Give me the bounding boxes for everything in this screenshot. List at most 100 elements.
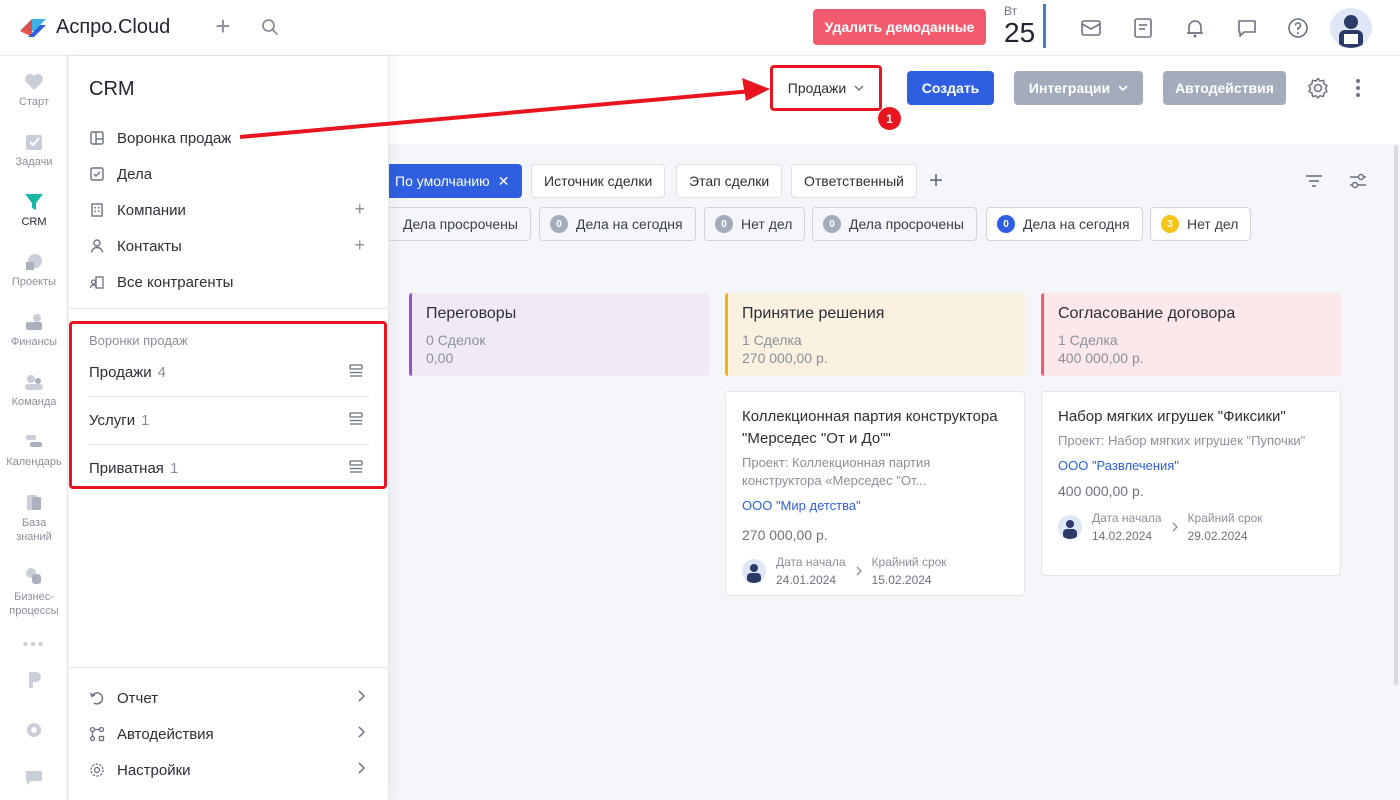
rail-item-start[interactable]: Старт — [0, 72, 68, 108]
deal-company-link[interactable]: ООО "Развлечения" — [1058, 458, 1324, 473]
help-icon[interactable] — [1286, 16, 1310, 40]
rail-settings-icon[interactable] — [0, 720, 68, 744]
deal-project: Проект: Набор мягких игрушек "Пупочки" — [1058, 433, 1306, 448]
deal-sum: 400 000,00 р. — [1058, 483, 1144, 499]
add-filter-icon[interactable]: + — [929, 169, 943, 193]
funnel-list-icon[interactable] — [349, 460, 363, 474]
rail-item-projects[interactable]: Проекты — [0, 252, 68, 288]
stat-chip-overdue[interactable]: Дела просрочены — [382, 207, 531, 241]
stat-chip-today-2[interactable]: 0 Дела на сегодня — [986, 207, 1143, 241]
filter-chip-stage[interactable]: Этап сделки — [676, 164, 783, 198]
stat-chip-overdue-2[interactable]: 0 Дела просрочены — [812, 207, 977, 241]
filter-default-chip[interactable]: По умолчанию ✕ — [382, 164, 523, 198]
close-icon[interactable]: ✕ — [498, 173, 510, 190]
deal-title[interactable]: Коллекционная партия конструктора "Мерсе… — [742, 406, 1008, 450]
building-icon — [91, 203, 103, 217]
delete-demo-data-button[interactable]: Удалить демоданные — [813, 9, 986, 45]
logo-text: Аспро.Cloud — [56, 16, 171, 38]
rail-item-team[interactable]: Команда — [0, 372, 68, 408]
funnel-item-private[interactable]: Приватная 1 — [89, 444, 369, 492]
deal-card[interactable]: Коллекционная партия конструктора "Мерсе… — [725, 391, 1025, 596]
stat-label: Дела на сегодня — [576, 216, 683, 232]
rail-app-icon[interactable] — [0, 670, 68, 694]
responsible-avatar[interactable] — [1058, 515, 1082, 539]
add-icon[interactable]: + — [212, 13, 234, 39]
column-header-negotiations[interactable]: Переговоры 0 Сделок 0,00 — [409, 293, 709, 376]
stat-chip-today[interactable]: 0 Дела на сегодня — [539, 207, 696, 241]
chat-icon[interactable] — [1235, 16, 1259, 40]
due-date-label: Крайний срок — [1187, 511, 1263, 525]
stat-label: Дела просрочены — [849, 216, 964, 232]
stat-chip-no-tasks[interactable]: 0 Нет дел — [704, 207, 806, 241]
deal-title[interactable]: Набор мягких игрушек "Фиксики" — [1058, 406, 1324, 428]
add-company-icon[interactable]: + — [354, 200, 365, 218]
menu-item-settings[interactable]: Настройки — [89, 758, 369, 782]
column-header-decision[interactable]: Принятие решения 1 Сделка 270 000,00 р. — [725, 293, 1025, 376]
more-vertical-icon[interactable] — [1354, 78, 1362, 101]
stat-chip-no-tasks-2[interactable]: 3 Нет дел — [1150, 207, 1252, 241]
funnel-item-sales[interactable]: Продажи 4 — [89, 348, 369, 396]
menu-item-contacts[interactable]: Контакты + — [89, 234, 369, 258]
panel-divider — [69, 308, 389, 309]
menu-item-report[interactable]: Отчет — [89, 686, 369, 710]
start-date: 24.01.2024 — [776, 573, 837, 587]
funnel-select-button[interactable]: Продажи — [770, 65, 882, 111]
rail-item-crm[interactable]: CRM — [0, 192, 68, 228]
rail-item-tasks[interactable]: Задачи — [0, 132, 68, 168]
deal-sum: 270 000,00 р. — [742, 527, 828, 543]
stat-label: Нет дел — [741, 216, 793, 232]
chevron-right-icon — [358, 690, 365, 702]
stat-count: 3 — [1161, 215, 1179, 233]
menu-item-autoactions[interactable]: Автодействия — [89, 722, 369, 746]
chevron-right-icon — [1172, 519, 1178, 535]
more-icon[interactable]: ••• — [0, 636, 68, 654]
create-button[interactable]: Создать — [907, 71, 994, 105]
menu-label: Дела — [117, 165, 153, 183]
menu-item-tasks[interactable]: Дела — [89, 162, 369, 186]
filter-default-label: По умолчанию — [395, 173, 490, 189]
team-icon — [23, 372, 45, 392]
vertical-scrollbar[interactable] — [1394, 145, 1398, 685]
sliders-icon[interactable] — [1348, 172, 1368, 193]
add-contact-icon[interactable]: + — [354, 236, 365, 254]
rail-item-finance[interactable]: Финансы — [0, 312, 68, 348]
stat-count: 0 — [997, 215, 1015, 233]
funnel-count: 1 — [169, 459, 179, 477]
funnel-list-icon[interactable] — [349, 412, 363, 426]
autoactions-button[interactable]: Автодействия — [1163, 71, 1286, 105]
date-widget[interactable]: Вт 25 — [1004, 4, 1047, 48]
stat-label: Дела на сегодня — [1023, 216, 1130, 232]
rail-item-business-processes[interactable]: Бизнес-процессы — [0, 566, 68, 618]
chevron-down-icon — [854, 85, 864, 91]
menu-item-all-counterparties[interactable]: Все контрагенты — [89, 270, 369, 294]
logo-icon — [18, 17, 48, 39]
chevron-down-icon — [1118, 85, 1128, 91]
funnel-list-icon[interactable] — [349, 364, 363, 378]
deal-card[interactable]: Набор мягких игрушек "Фиксики" Проект: Н… — [1041, 391, 1341, 576]
search-icon[interactable] — [261, 18, 279, 39]
rail-item-calendar[interactable]: Календарь — [0, 432, 68, 468]
gear-icon[interactable] — [1306, 76, 1330, 103]
integrations-button[interactable]: Интеграции — [1014, 71, 1143, 105]
deal-company-link[interactable]: ООО "Мир детства" — [742, 498, 1008, 513]
column-count: 1 Сделка — [742, 332, 802, 348]
checklist-icon — [90, 167, 104, 181]
responsible-avatar[interactable] — [742, 559, 766, 583]
funnel-label: Приватная — [89, 459, 164, 477]
rail-item-knowledge-base[interactable]: База знаний — [0, 492, 68, 544]
filter-chip-source[interactable]: Источник сделки — [531, 164, 666, 198]
filter-chip-responsible[interactable]: Ответственный — [791, 164, 917, 198]
funnel-item-services[interactable]: Услуги 1 — [89, 396, 369, 444]
start-date: 14.02.2024 — [1092, 529, 1153, 543]
filter-icon[interactable] — [1304, 172, 1324, 193]
menu-item-sales-funnel[interactable]: Воронка продаж — [89, 126, 369, 150]
notes-icon[interactable] — [1131, 16, 1155, 40]
mail-icon[interactable] — [1079, 16, 1103, 40]
calendar-icon — [23, 432, 45, 452]
user-avatar[interactable] — [1330, 8, 1372, 48]
column-header-contract[interactable]: Согласование договора 1 Сделка 400 000,0… — [1041, 293, 1341, 376]
rail-chat-icon[interactable] — [0, 768, 68, 792]
bell-icon[interactable] — [1183, 16, 1207, 40]
menu-item-companies[interactable]: Компании + — [89, 198, 369, 222]
app-logo[interactable]: Аспро.Cloud — [18, 16, 170, 39]
